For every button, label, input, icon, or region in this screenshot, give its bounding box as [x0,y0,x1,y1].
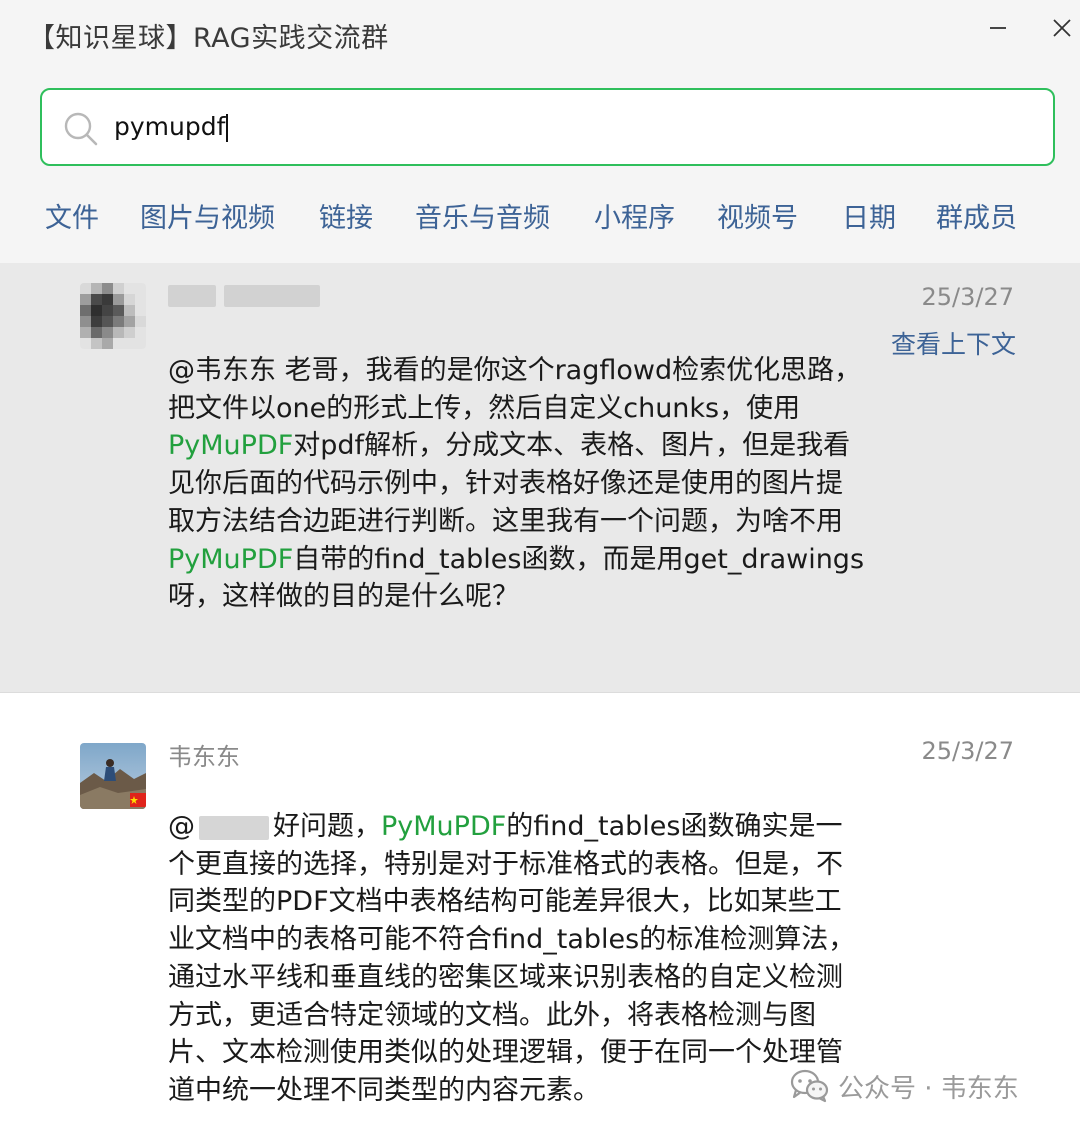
keyword-highlight: PyMuPDF [168,430,294,462]
mention-prefix: @ [168,811,195,842]
redaction-block [224,285,320,307]
avatar-photo [80,743,146,809]
mention-redacted [199,815,269,840]
tab-images-videos[interactable]: 图片与视频 [140,196,275,235]
minimize-button[interactable] [978,8,1018,48]
search-field-value: pymupdf [114,112,229,142]
wechat-icon [790,1069,829,1103]
watermark: 公众号 · 韦东东 [790,1068,1019,1104]
search-result-item[interactable]: 韦东东 25/3/27 @ 好问题，PyMuPDF的find_tables函数确实… [0,693,1080,1128]
avatar[interactable] [80,743,146,809]
pixelated-avatar-image [80,283,146,349]
tab-music-audio[interactable]: 音乐与音频 [415,196,550,235]
tab-files[interactable]: 文件 [45,196,99,235]
close-button[interactable] [1042,8,1080,48]
keyword-highlight: PyMuPDF [168,543,294,575]
text-caret [226,114,229,142]
tab-channels[interactable]: 视频号 [717,196,798,235]
sender-name-redacted [168,285,320,307]
message-text: @ 好问题，PyMuPDF的find_tables函数确实是一个更直接的选择，特别… [168,808,868,1110]
tab-mini-programs[interactable]: 小程序 [594,196,675,235]
redaction-block [168,285,216,307]
category-tabs: 文件 图片与视频 链接 音乐与音频 小程序 视频号 日期 群成员 [0,196,1080,240]
message-text: @韦东东 老哥，我看的是你这个ragflowd检索优化思路，把文件以one的形式… [168,352,868,616]
message-date: 25/3/27 [921,737,1014,765]
view-context-link[interactable]: 查看上下文 [891,325,1016,361]
tab-members[interactable]: 群成员 [936,196,1017,235]
avatar[interactable] [80,283,146,349]
watermark-text: 公众号 · 韦东东 [838,1073,1019,1104]
search-result-item[interactable]: 25/3/27 查看上下文 @韦东东 老哥，我看的是你这个ragflowd检索优… [0,263,1080,693]
search-input[interactable]: pymupdf [40,88,1055,166]
close-icon [1053,19,1071,37]
keyword-highlight: PyMuPDF [381,811,507,842]
message-segment: @韦东东 老哥，我看的是你这个ragflowd检索优化思路，把文件以one的形式… [168,355,862,424]
search-query: pymupdf [114,112,226,141]
tab-links[interactable]: 链接 [319,196,373,235]
message-segment: 好问题， [273,811,381,842]
tab-date[interactable]: 日期 [842,196,896,235]
sender-name: 韦东东 [168,743,240,771]
search-icon [64,112,98,146]
minimize-icon [990,27,1006,29]
window-title: 【知识星球】RAG实践交流群 [28,23,389,54]
message-segment: 的find_tables函数确实是一个更直接的选择，特别是对于标准格式的表格。但… [168,811,856,1106]
message-date: 25/3/27 [921,283,1014,311]
